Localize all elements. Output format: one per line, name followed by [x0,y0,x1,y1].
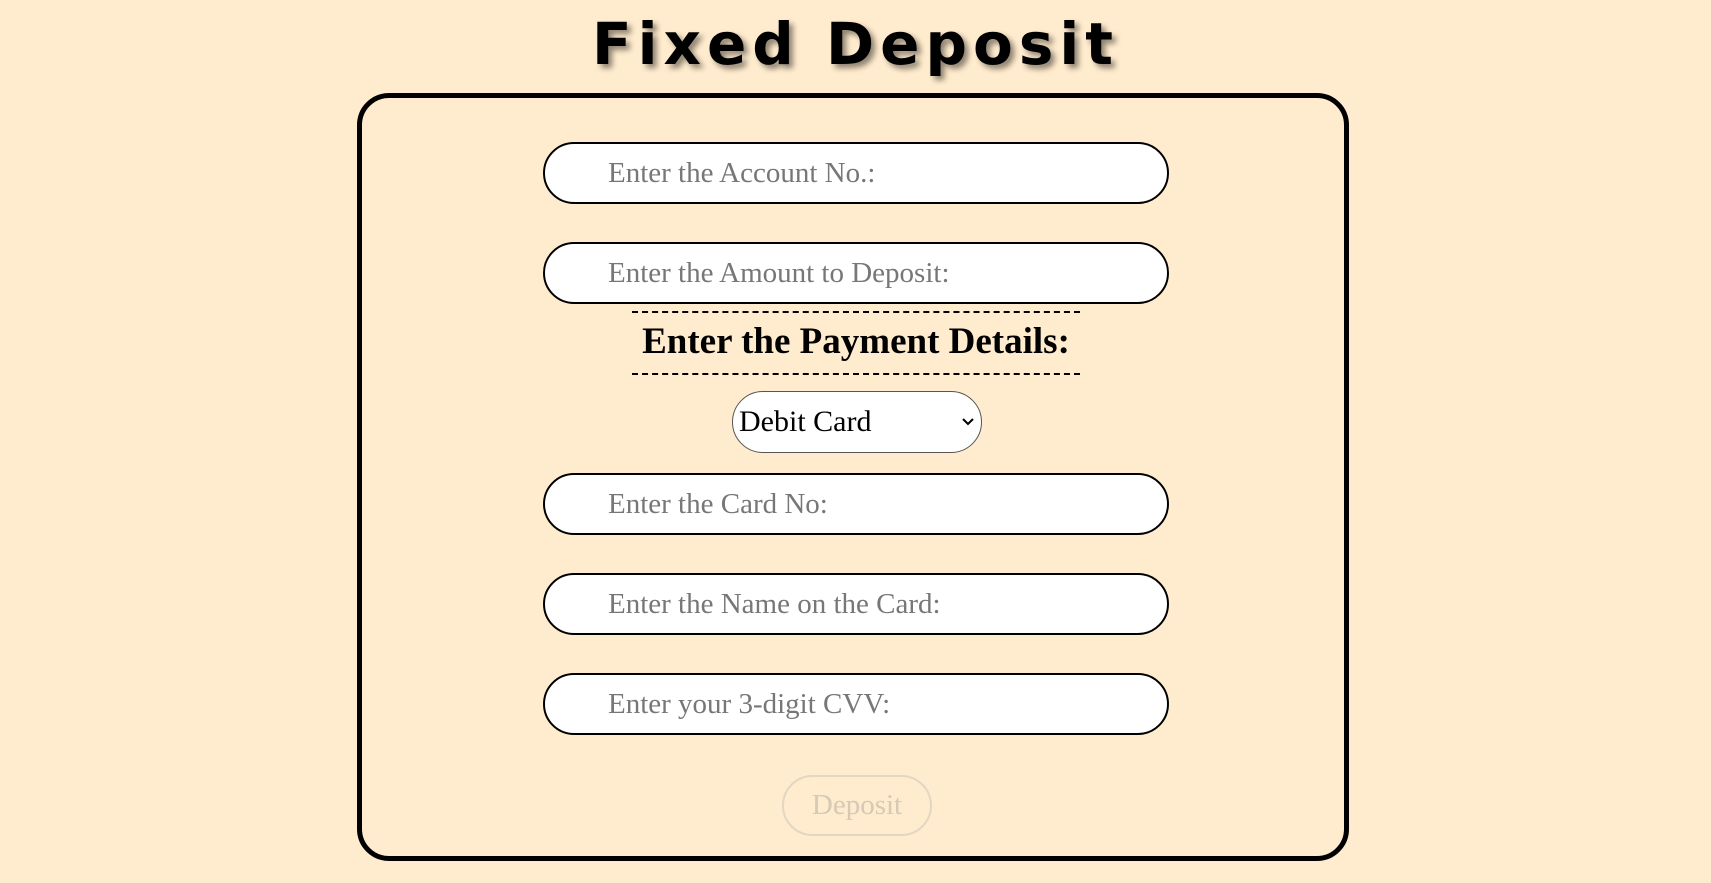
deposit-amount-input[interactable] [543,242,1169,304]
cvv-input[interactable] [543,673,1169,735]
card-name-input[interactable] [543,573,1169,635]
chevron-down-icon [961,415,975,429]
payment-details-heading: Enter the Payment Details: [632,311,1080,375]
card-number-input[interactable] [543,473,1169,535]
payment-method-select[interactable]: Debit Card [732,391,982,453]
account-number-input[interactable] [543,142,1169,204]
page-title: Fixed Deposit [592,10,1119,78]
payment-method-selected-value: Debit Card [739,405,872,438]
deposit-button[interactable]: Deposit [782,775,932,836]
